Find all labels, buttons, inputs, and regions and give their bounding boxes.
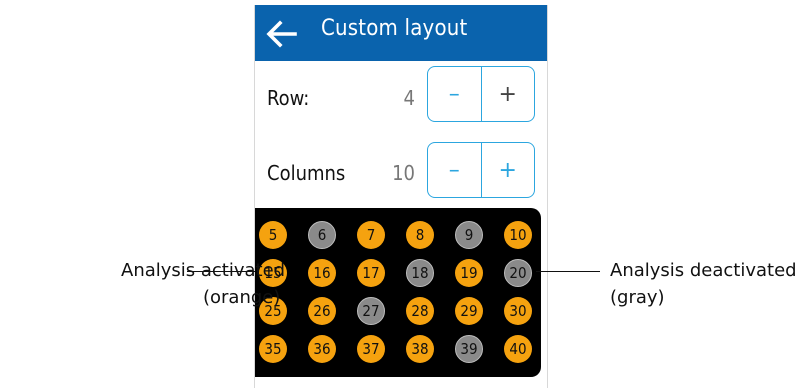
row-value: 4 — [403, 86, 415, 110]
analysis-cell-20[interactable]: 20 — [504, 259, 532, 287]
analysis-cell-39[interactable]: 39 — [455, 335, 483, 363]
analysis-cell-16[interactable]: 16 — [308, 259, 336, 287]
page-title: Custom layout — [321, 16, 468, 41]
analysis-grid: 5 6 7 8 9 10 15 16 17 18 19 20 25 26 27 28 29 30 35 36 37 38 3… — [255, 208, 541, 377]
analysis-cell-27[interactable]: 27 — [357, 297, 385, 325]
callout-deactivated-line2: (gray) — [610, 287, 665, 308]
analysis-cell-5[interactable]: 5 — [259, 221, 287, 249]
row-increment-button[interactable]: + — [482, 67, 535, 121]
columns-stepper: – + — [427, 142, 535, 198]
row-stepper: – + — [427, 66, 535, 122]
columns-value: 10 — [392, 161, 415, 185]
callout-activated-line2: (orange) — [203, 287, 281, 308]
analysis-cell-19[interactable]: 19 — [455, 259, 483, 287]
back-button[interactable] — [261, 14, 301, 54]
analysis-cell-18[interactable]: 18 — [406, 259, 434, 287]
callout-deactivated-leader — [536, 271, 600, 272]
analysis-cell-28[interactable]: 28 — [406, 297, 434, 325]
analysis-cell-8[interactable]: 8 — [406, 221, 434, 249]
analysis-cell-29[interactable]: 29 — [455, 297, 483, 325]
callout-deactivated-line1: Analysis deactivated — [610, 260, 797, 281]
analysis-cell-17[interactable]: 17 — [357, 259, 385, 287]
phone-screen: Custom layout Row: 4 – + Columns 10 – + … — [254, 5, 548, 388]
analysis-cell-40[interactable]: 40 — [504, 335, 532, 363]
analysis-cell-37[interactable]: 37 — [357, 335, 385, 363]
columns-increment-button[interactable]: + — [482, 143, 535, 197]
callout-activated-leader — [187, 271, 255, 272]
analysis-cell-36[interactable]: 36 — [308, 335, 336, 363]
analysis-cell-38[interactable]: 38 — [406, 335, 434, 363]
columns-label: Columns — [267, 161, 346, 185]
analysis-cell-26[interactable]: 26 — [308, 297, 336, 325]
analysis-cell-35[interactable]: 35 — [259, 335, 287, 363]
row-decrement-button[interactable]: – — [428, 67, 482, 121]
analysis-cell-7[interactable]: 7 — [357, 221, 385, 249]
app-header: Custom layout — [255, 5, 547, 61]
analysis-cell-9[interactable]: 9 — [455, 221, 483, 249]
analysis-cell-10[interactable]: 10 — [504, 221, 532, 249]
row-label: Row: — [267, 86, 310, 110]
analysis-cell-30[interactable]: 30 — [504, 297, 532, 325]
back-arrow-icon — [266, 20, 297, 48]
analysis-cell-6[interactable]: 6 — [308, 221, 336, 249]
columns-decrement-button[interactable]: – — [428, 143, 482, 197]
